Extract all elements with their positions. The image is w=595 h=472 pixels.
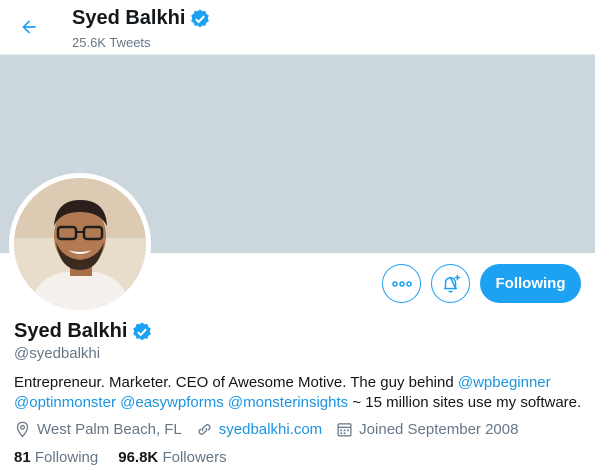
notifications-button[interactable] <box>431 264 470 303</box>
mention-link[interactable]: @easywpforms <box>120 394 224 411</box>
followers-label: Followers <box>162 449 227 466</box>
profile-name: Syed Balkhi <box>14 320 153 343</box>
joined-date: Joined September 2008 <box>336 421 518 438</box>
tweets-count: 25.6K Tweets <box>72 35 151 50</box>
bell-plus-icon <box>443 274 460 293</box>
more-button[interactable] <box>382 264 421 303</box>
bio-text: Entrepreneur. Marketer. CEO of Awesome M… <box>14 374 458 391</box>
avatar-photo <box>14 178 146 310</box>
following-label: Following <box>34 449 99 466</box>
profile-handle: @syedbalkhi <box>14 345 101 362</box>
bio-text: ~ 15 million sites use my software. <box>348 394 582 411</box>
profile-meta: West Palm Beach, FL syedbalkhi.com Joine… <box>14 421 532 438</box>
more-icon <box>391 280 412 287</box>
link-icon <box>198 424 211 435</box>
following-button[interactable]: Following <box>480 264 581 303</box>
location-text: West Palm Beach, FL <box>37 421 182 438</box>
location: West Palm Beach, FL <box>14 421 182 438</box>
mention-link[interactable]: @optinmonster <box>14 394 116 411</box>
profile-name-text: Syed Balkhi <box>14 320 128 342</box>
mention-link[interactable]: @monsterinsights <box>228 394 348 411</box>
profile-bio: Entrepreneur. Marketer. CEO of Awesome M… <box>14 373 589 413</box>
mention-link[interactable]: @wpbeginner <box>458 374 551 391</box>
joined-text: Joined September 2008 <box>359 421 519 438</box>
back-button[interactable] <box>14 12 44 42</box>
profile-stats: 81 Following 96.8K Followers <box>14 449 247 466</box>
verified-badge-icon <box>191 8 210 27</box>
calendar-icon <box>337 423 352 437</box>
location-icon <box>16 421 29 438</box>
followers-count: 96.8K <box>118 449 159 466</box>
back-arrow-icon <box>22 20 36 34</box>
website-link[interactable]: syedbalkhi.com <box>219 421 322 438</box>
top-bar: Syed Balkhi 25.6K Tweets <box>0 0 595 55</box>
followers-stat[interactable]: 96.8K Followers <box>118 449 226 466</box>
following-count: 81 <box>14 449 31 466</box>
website: syedbalkhi.com <box>196 421 322 438</box>
header-name: Syed Balkhi <box>72 7 211 30</box>
following-stat[interactable]: 81 Following <box>14 449 98 466</box>
header-name-text: Syed Balkhi <box>72 7 186 29</box>
verified-badge-icon <box>133 321 152 340</box>
avatar[interactable] <box>14 178 146 310</box>
